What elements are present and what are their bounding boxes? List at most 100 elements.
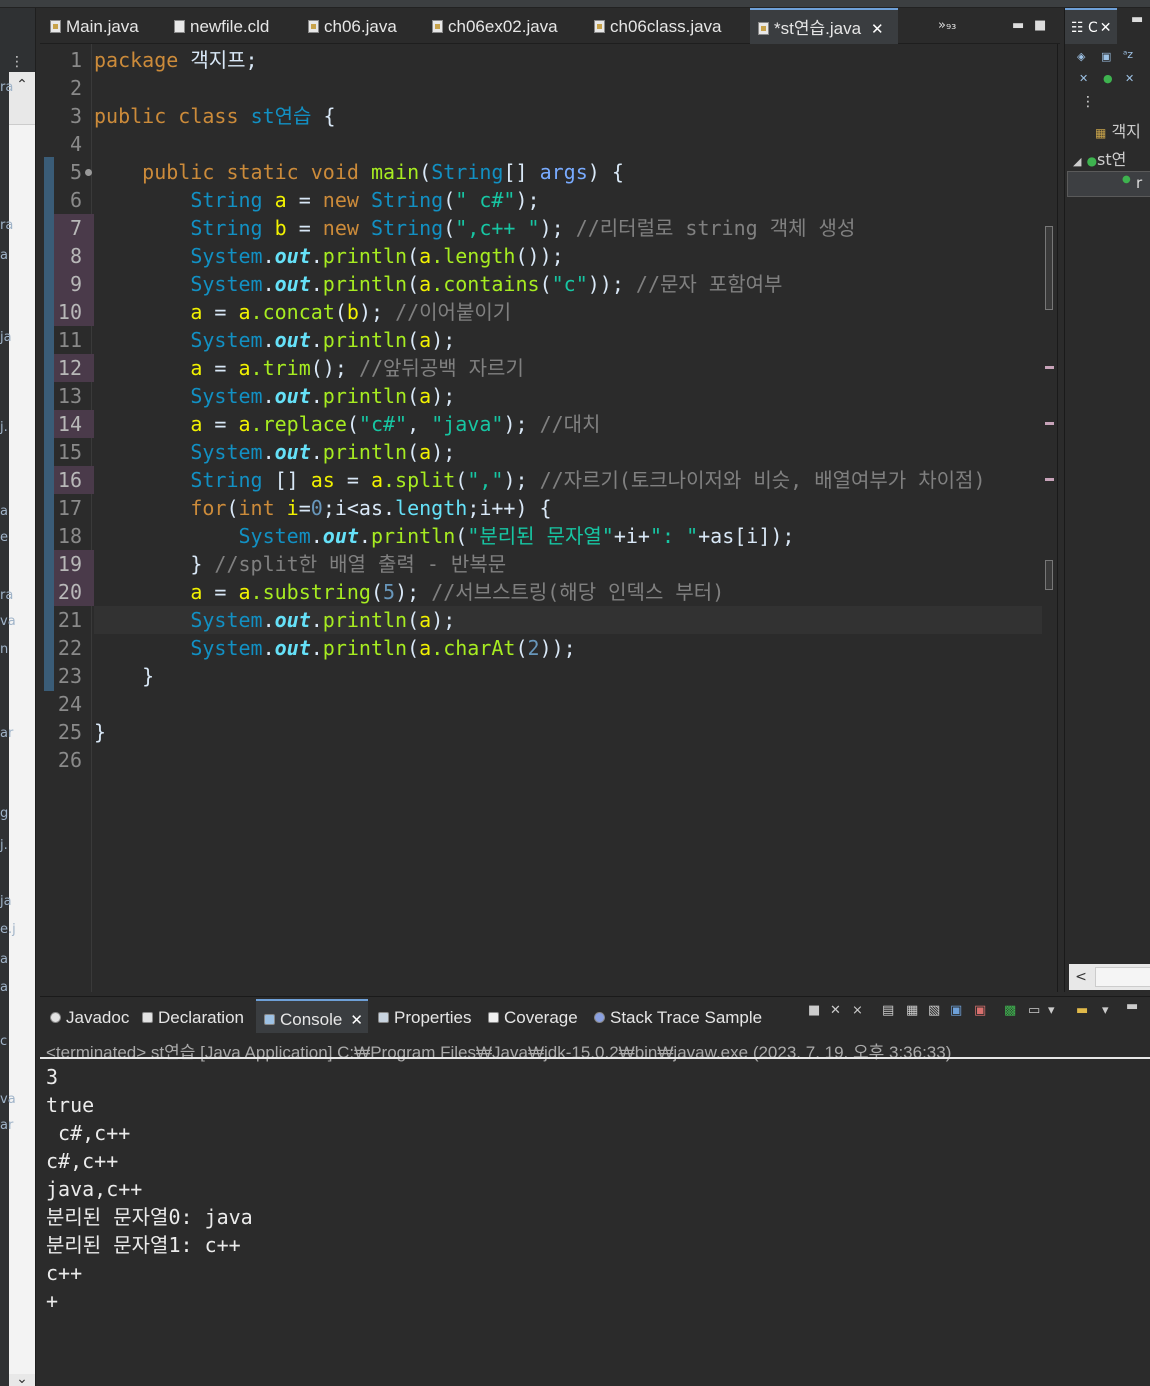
show-on-error-icon[interactable]: ▣ [974, 1003, 986, 1018]
outline-method-item[interactable]: ● r [1067, 171, 1150, 197]
code-editor[interactable]: 1 2 3 4 5 6 7 8 9 10 11 12 13 14 15 16 1… [40, 44, 1058, 992]
console-divider [40, 1057, 1150, 1059]
open-console-icon[interactable]: ▬ [1076, 1003, 1088, 1018]
overview-marker[interactable] [1045, 478, 1054, 481]
code-line: } [94, 720, 107, 744]
view-menu-icon[interactable]: ⋮ [10, 54, 24, 70]
close-icon[interactable]: ✕ [871, 21, 884, 38]
word-wrap-icon[interactable]: ▧ [928, 1003, 940, 1018]
java-file-icon [432, 20, 443, 33]
outline-class-item[interactable]: ◢ ●st연 [1073, 146, 1126, 170]
more-tabs-button[interactable]: »₉₃ [938, 18, 956, 33]
code-line: a = a.concat(b); //이어붙이기 [190, 300, 512, 324]
remove-all-icon[interactable]: ⨯ [852, 1003, 863, 1018]
javadoc-icon [50, 1012, 61, 1023]
line-number: 15 [57, 440, 82, 464]
code-line: System.out.println(a.length()); [190, 244, 564, 268]
line-number: 19 [54, 550, 94, 578]
sort-icon[interactable]: ᵃz [1123, 48, 1133, 61]
line-number: 16 [54, 466, 94, 494]
scroll-lock-icon[interactable]: ▦ [906, 1003, 918, 1018]
tab-main-java[interactable]: Main.java [42, 8, 139, 44]
left-fragment: a [0, 248, 8, 263]
scroll-left-icon[interactable]: < [1069, 964, 1093, 990]
hide-local-icon[interactable]: ● [1103, 72, 1113, 85]
display-console-dropdown-icon[interactable]: ▾ [1048, 1003, 1055, 1018]
line-number: 6 [69, 188, 82, 212]
tab-ch06class-java[interactable]: ch06class.java [586, 8, 722, 44]
code-line: System.out.println(a); [190, 328, 456, 352]
minimize-icon[interactable]: ▬ [1131, 12, 1143, 27]
current-code-line: System.out.println(a); [94, 606, 1042, 634]
line-number: 26 [57, 748, 82, 772]
pin-console-icon[interactable]: ▩ [1004, 1003, 1016, 1018]
editor-overview-ruler[interactable] [1042, 44, 1056, 992]
line-number: 10 [54, 298, 94, 326]
tab-stack-trace-sample[interactable]: Stack Trace Sample [586, 999, 762, 1033]
left-fragment: a [0, 980, 8, 995]
tab-console[interactable]: Console ✕ [256, 999, 368, 1033]
left-fragment: a [0, 952, 8, 967]
console-output-line: true [46, 1093, 95, 1117]
properties-icon [378, 1012, 389, 1023]
tab-label: Main.java [66, 17, 139, 36]
maximize-icon[interactable]: ■ [1034, 18, 1046, 33]
hide-nonpublic-icon[interactable]: ✕ [1079, 72, 1088, 85]
line-number: 3 [69, 104, 82, 128]
tab-properties[interactable]: Properties [370, 999, 471, 1033]
top-strip [0, 0, 1150, 8]
hide-fields-icon[interactable]: ◈ [1077, 50, 1085, 63]
outline-package-item[interactable]: ▦ 객지 [1095, 118, 1141, 142]
hide-static-icon[interactable]: ▣ [1101, 50, 1111, 63]
show-on-output-icon[interactable]: ▣ [950, 1003, 962, 1018]
java-file-icon [308, 20, 319, 33]
code-line: } [142, 664, 155, 688]
terminate-icon[interactable]: ■ [808, 1003, 820, 1018]
close-icon[interactable]: ✕ [350, 1012, 363, 1029]
tab-outline[interactable]: ☷ C ✕ [1065, 8, 1117, 44]
scroll-thumb[interactable] [9, 124, 35, 1374]
tab-st-java[interactable]: *st연습.java ✕ [750, 8, 898, 44]
java-file-icon [50, 20, 61, 33]
left-fragment: n [0, 642, 9, 657]
overview-marker[interactable] [1045, 366, 1054, 369]
scroll-thumb[interactable] [1095, 967, 1150, 987]
overview-marker[interactable] [1045, 560, 1053, 590]
minimize-icon[interactable]: ▬ [1012, 18, 1024, 33]
tab-ch06-java[interactable]: ch06.java [300, 8, 397, 44]
editor-tab-bar: Main.java newfile.cld ch06.java ch06ex02… [40, 8, 1060, 44]
outline-horizontal-scrollbar[interactable]: < [1069, 964, 1150, 990]
package-icon: ▦ [1095, 126, 1107, 140]
minimize-icon[interactable]: ▬ [1126, 999, 1138, 1014]
bottom-panel: Javadoc Declaration Console ✕ Properties … [40, 996, 1150, 1386]
tab-declaration[interactable]: Declaration [134, 999, 244, 1033]
view-menu-icon[interactable]: ⋮ [1081, 94, 1095, 110]
line-number: 17 [57, 496, 82, 520]
console-output-line: c#,c++ [46, 1121, 131, 1145]
left-partial-view: ⋮ ⌃ ⌄ ra ra a ja j. a e ra va n ar g j. … [0, 8, 36, 1386]
left-fragment: e.j [0, 922, 16, 937]
console-output-line: 분리된 문자열0: java [46, 1205, 253, 1229]
editor-scroll-thumb[interactable] [1045, 226, 1053, 310]
tab-newfile-cld[interactable]: newfile.cld [166, 8, 269, 44]
bottom-tab-bar: Javadoc Declaration Console ✕ Properties … [40, 997, 1150, 1033]
expand-icon[interactable]: ◢ [1073, 155, 1081, 168]
line-number: 21 [57, 608, 82, 632]
coverage-icon [488, 1012, 499, 1023]
code-line: String a = new String(" c#"); [190, 188, 540, 212]
left-fragment: ja [0, 894, 12, 909]
line-number: 1 [69, 48, 82, 72]
line-number: 22 [57, 636, 82, 660]
close-icon[interactable]: ✕ [1100, 20, 1112, 36]
display-console-icon[interactable]: ▭ [1028, 1003, 1040, 1018]
scroll-down-icon[interactable]: ⌄ [9, 1366, 35, 1386]
left-fragment: ja [0, 330, 12, 345]
remove-launch-icon[interactable]: ✕ [830, 1003, 841, 1018]
tab-coverage[interactable]: Coverage [480, 999, 578, 1033]
clear-console-icon[interactable]: ▤ [882, 1003, 894, 1018]
view-menu-dropdown-icon[interactable]: ▾ [1102, 1003, 1109, 1018]
link-icon[interactable]: ✕ [1125, 72, 1134, 85]
tab-javadoc[interactable]: Javadoc [42, 999, 129, 1033]
overview-marker[interactable] [1045, 422, 1054, 425]
tab-ch06ex02-java[interactable]: ch06ex02.java [424, 8, 558, 44]
